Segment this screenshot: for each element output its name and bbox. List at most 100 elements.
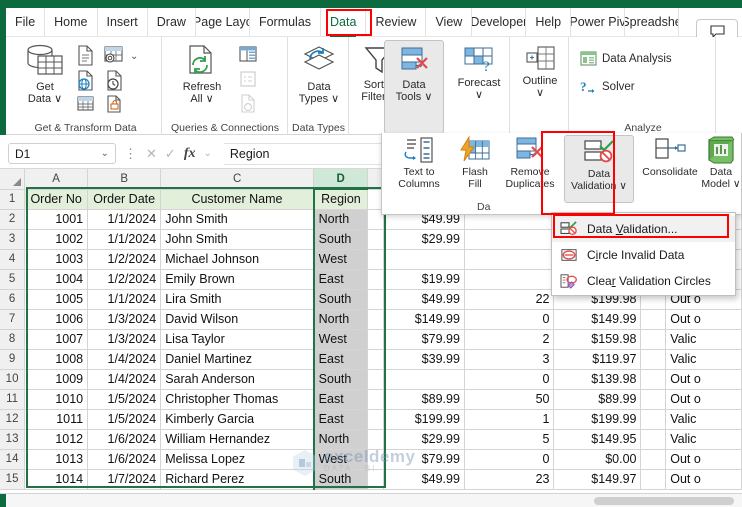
cell-c7[interactable]: David Wilson [161,309,314,329]
cancel-icon[interactable]: ✕ [146,146,157,162]
remove-duplicates-button[interactable]: Remove Duplicates [499,136,561,190]
menu-item-data-validation[interactable]: Data Validation... [552,216,735,242]
flash-fill-button[interactable]: Flash Fill [454,136,496,190]
cell-g8[interactable]: 2 [464,329,554,349]
name-box[interactable]: D1 ⌄ [8,143,116,164]
tab-help[interactable]: Help [526,8,571,37]
cell-d8[interactable]: West [314,329,368,349]
cell-d7[interactable]: North [314,309,368,329]
tab-insert[interactable]: Insert [98,8,148,37]
cell-d1[interactable]: Region [314,189,368,209]
menu-item-clear-validation-circles[interactable]: Clear Validation Circles [552,268,735,294]
menu-item-circle-invalid-data[interactable]: Circle Invalid Data [552,242,735,268]
cell-e5[interactable] [368,269,383,289]
cell-j10[interactable]: Out o [666,369,742,389]
cell-h13[interactable]: $149.95 [554,429,641,449]
cell-h9[interactable]: $119.97 [554,349,641,369]
cell-f5[interactable]: $19.99 [383,269,464,289]
cell-h15[interactable]: $149.97 [554,469,641,489]
cell-a4[interactable]: 1003 [25,249,88,269]
cell-a2[interactable]: 1001 [25,209,88,229]
cell-e7[interactable] [368,309,383,329]
cell-g7[interactable]: 0 [464,309,554,329]
row-header-2[interactable]: 2 [0,209,25,229]
cell-g6[interactable]: 22 [464,289,554,309]
data-model-button[interactable]: Data Model ∨ [700,136,742,190]
tab-file[interactable]: File [6,8,45,37]
row-header-15[interactable]: 15 [0,469,25,489]
cell-j15[interactable]: Out o [666,469,742,489]
cell-a3[interactable]: 1002 [25,229,88,249]
queries-connections-button[interactable] [238,45,258,63]
cell-e13[interactable] [368,429,383,449]
text-to-columns-button[interactable]: Text to Columns [388,136,450,190]
cell-h7[interactable]: $149.99 [554,309,641,329]
cell-i12[interactable] [641,409,666,429]
cell-i15[interactable] [641,469,666,489]
cell-f12[interactable]: $199.99 [383,409,464,429]
cell-a1[interactable]: Order No [25,189,88,209]
tab-developer[interactable]: Developer [472,8,526,37]
cell-j14[interactable]: Out o [666,449,742,469]
data-tools-button[interactable]: Data Tools ∨ [384,40,444,134]
row-header-7[interactable]: 7 [0,309,25,329]
table-row[interactable]: 1310121/6/2024William HernandezNorth$29.… [0,429,742,449]
data-analysis-button[interactable]: Data Analysis [580,51,672,66]
cell-d9[interactable]: East [314,349,368,369]
row-header-13[interactable]: 13 [0,429,25,449]
cell-i11[interactable] [641,389,666,409]
table-row[interactable]: 1210111/5/2024Kimberly GarciaEast$199.99… [0,409,742,429]
cell-d11[interactable]: East [314,389,368,409]
table-row[interactable]: 1410131/6/2024Melissa LopezWest$79.990$0… [0,449,742,469]
cell-d3[interactable]: South [314,229,368,249]
chevron-down-icon[interactable]: ⌄ [101,148,109,159]
cell-f3[interactable]: $29.99 [383,229,464,249]
cell-c8[interactable]: Lisa Taylor [161,329,314,349]
cell-f13[interactable]: $29.99 [383,429,464,449]
cell-h11[interactable]: $89.99 [554,389,641,409]
cell-g9[interactable]: 3 [464,349,554,369]
cell-c1[interactable]: Customer Name [161,189,314,209]
data-from-file-button[interactable] [105,95,124,113]
cell-g5[interactable] [464,269,554,289]
cell-h14[interactable]: $0.00 [554,449,641,469]
cell-b3[interactable]: 1/1/2024 [88,229,161,249]
cell-f14[interactable]: $79.99 [383,449,464,469]
row-header-3[interactable]: 3 [0,229,25,249]
cell-d2[interactable]: North [314,209,368,229]
cell-a9[interactable]: 1008 [25,349,88,369]
cell-g10[interactable]: 0 [464,369,554,389]
cell-f4[interactable] [383,249,464,269]
row-header-5[interactable]: 5 [0,269,25,289]
solver-button[interactable]: ? Solver [580,79,635,95]
column-header-c[interactable]: C [161,169,314,189]
data-types-button[interactable]: Data Types ∨ [291,43,347,105]
cell-b15[interactable]: 1/7/2024 [88,469,161,489]
cell-h8[interactable]: $159.98 [554,329,641,349]
properties-button[interactable] [239,70,257,88]
from-table-range-button[interactable] [76,95,95,113]
existing-connections-button[interactable] [105,70,124,91]
tab-formulas[interactable]: Formulas [250,8,321,37]
cell-b5[interactable]: 1/2/2024 [88,269,161,289]
outline-button[interactable]: Outline ∨ [511,45,569,99]
cell-f9[interactable]: $39.99 [383,349,464,369]
cell-c2[interactable]: John Smith [161,209,314,229]
cell-c9[interactable]: Daniel Martinez [161,349,314,369]
cell-e14[interactable] [368,449,383,469]
cell-d13[interactable]: North [314,429,368,449]
cell-e6[interactable] [368,289,383,309]
cell-a12[interactable]: 1011 [25,409,88,429]
column-header-d[interactable]: D [314,169,368,189]
column-header-a[interactable]: A [25,169,88,189]
cell-h10[interactable]: $139.98 [554,369,641,389]
cell-i10[interactable] [641,369,666,389]
cell-g15[interactable]: 23 [464,469,554,489]
table-row[interactable]: 1510141/7/2024Richard PerezSouth$49.9923… [0,469,742,489]
enter-icon[interactable]: ✓ [165,146,176,162]
cell-c12[interactable]: Kimberly Garcia [161,409,314,429]
column-header-b[interactable]: B [88,169,161,189]
cell-f7[interactable]: $149.99 [383,309,464,329]
from-text-csv-button[interactable] [76,45,95,66]
tab-data[interactable]: Data [321,8,366,37]
